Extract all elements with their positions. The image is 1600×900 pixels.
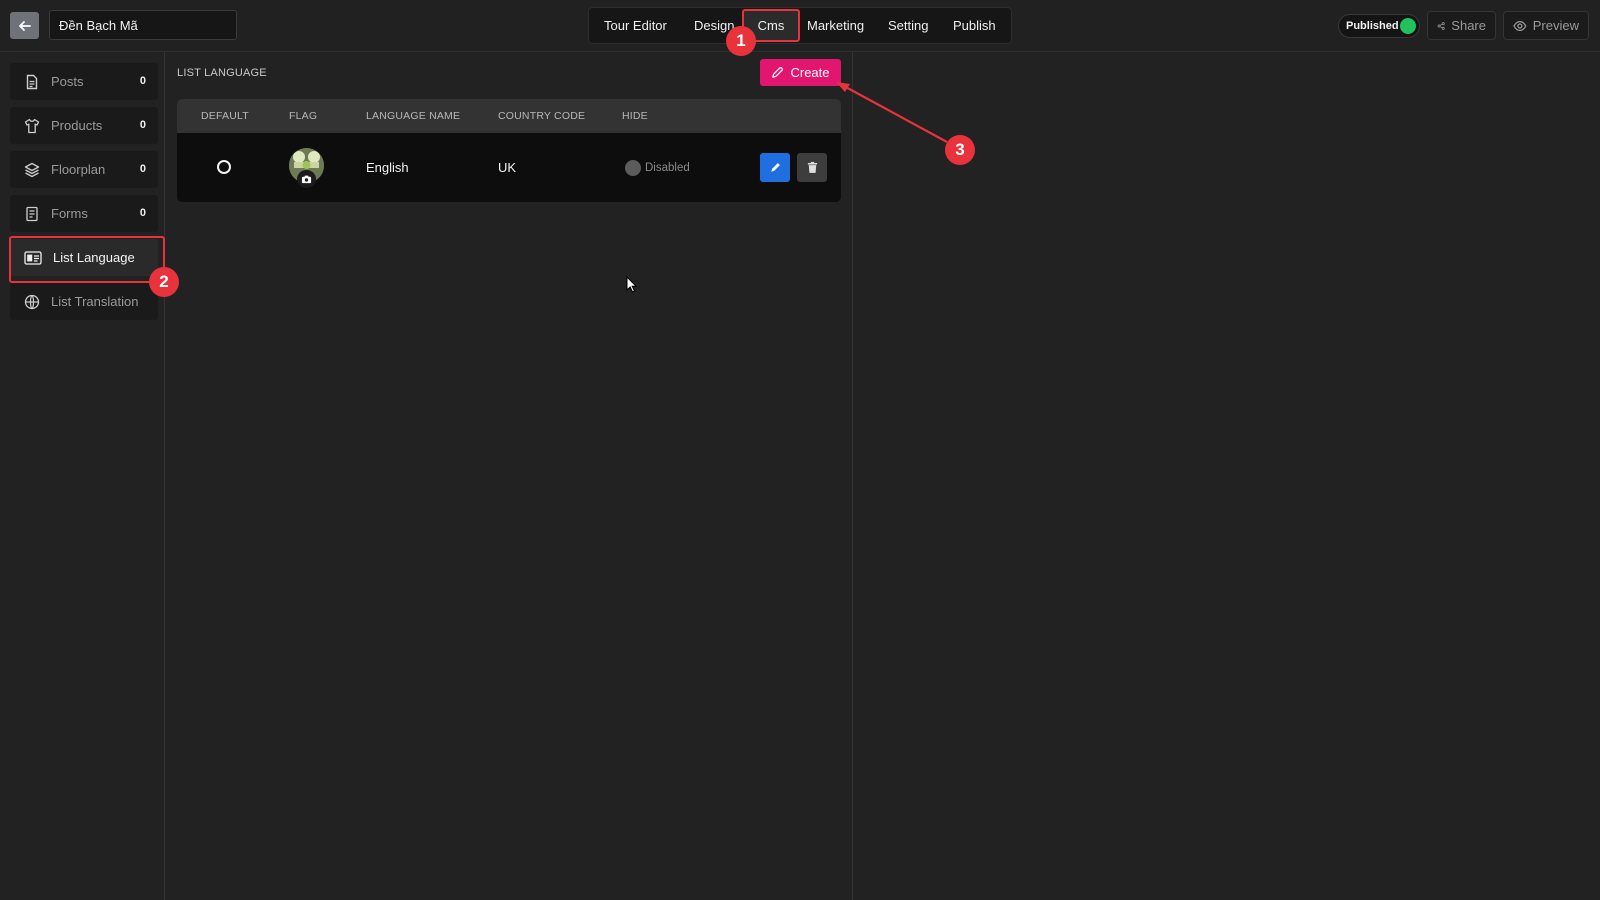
annotation-highlight-list-language bbox=[9, 236, 165, 283]
column-header-country-code: COUNTRY CODE bbox=[498, 110, 586, 122]
create-button[interactable]: Create bbox=[760, 59, 841, 86]
pencil-icon bbox=[770, 163, 780, 172]
sidebar-item-count: 0 bbox=[139, 119, 146, 131]
sidebar-item-products[interactable]: Products 0 bbox=[10, 107, 158, 144]
mouse-cursor-icon bbox=[626, 276, 638, 293]
preview-label: Preview bbox=[1532, 18, 1579, 33]
trash-icon bbox=[807, 161, 817, 173]
hide-status-label: Disabled bbox=[645, 162, 690, 174]
tab-tour-editor[interactable]: Tour Editor bbox=[604, 8, 667, 43]
annotation-badge-2: 2 bbox=[149, 267, 179, 297]
globe-icon bbox=[24, 294, 40, 309]
sidebar-item-label: Floorplan bbox=[51, 162, 106, 177]
published-toggle[interactable]: Published bbox=[1338, 14, 1420, 38]
sidebar-item-label: Products bbox=[51, 118, 103, 133]
camera-icon[interactable] bbox=[297, 170, 316, 188]
column-header-language-name: LANGUAGE NAME bbox=[366, 110, 461, 122]
share-icon bbox=[1437, 21, 1445, 30]
share-button[interactable]: Share bbox=[1427, 11, 1496, 40]
sidebar-item-label: Forms bbox=[51, 206, 88, 221]
table-header: DEFAULT FLAG LANGUAGE NAME COUNTRY CODE … bbox=[177, 99, 841, 133]
hide-toggle[interactable] bbox=[625, 160, 641, 176]
tab-setting[interactable]: Setting bbox=[888, 8, 928, 43]
language-name-cell: English bbox=[366, 160, 409, 175]
tour-name-input[interactable] bbox=[49, 10, 237, 40]
share-label: Share bbox=[1451, 18, 1486, 33]
sidebar-item-count: 0 bbox=[139, 207, 146, 219]
sidebar-item-floorplan[interactable]: Floorplan 0 bbox=[10, 151, 158, 188]
sidebar-item-label: Posts bbox=[51, 74, 84, 89]
column-header-flag: FLAG bbox=[289, 110, 318, 122]
eye-icon bbox=[1513, 20, 1527, 31]
published-label: Published bbox=[1346, 20, 1399, 32]
sidebar-item-label: List Translation bbox=[51, 294, 139, 309]
language-table: DEFAULT FLAG LANGUAGE NAME COUNTRY CODE … bbox=[177, 99, 841, 202]
preview-button[interactable]: Preview bbox=[1503, 11, 1589, 40]
sidebar-item-count: 0 bbox=[139, 75, 146, 87]
arrow-left-icon bbox=[18, 20, 31, 31]
sidebar-item-forms[interactable]: Forms 0 bbox=[10, 195, 158, 232]
pencil-icon bbox=[772, 67, 784, 78]
default-radio[interactable] bbox=[217, 160, 231, 174]
back-button[interactable] bbox=[10, 12, 39, 39]
annotation-badge-1: 1 bbox=[726, 26, 756, 56]
sidebar-item-posts[interactable]: Posts 0 bbox=[10, 63, 158, 100]
annotation-badge-3: 3 bbox=[945, 135, 975, 165]
delete-language-button[interactable] bbox=[797, 153, 827, 182]
sidebar-item-list-translation[interactable]: List Translation bbox=[10, 283, 158, 320]
tab-marketing[interactable]: Marketing bbox=[807, 8, 864, 43]
published-status-dot bbox=[1400, 18, 1416, 34]
top-bar: Tour Editor Design Marketing Setting Pub… bbox=[0, 0, 1600, 52]
document-icon bbox=[26, 74, 38, 89]
page-title: LIST LANGUAGE bbox=[177, 67, 267, 79]
tab-publish[interactable]: Publish bbox=[953, 8, 996, 43]
main-nav: Tour Editor Design Marketing Setting Pub… bbox=[588, 7, 1012, 44]
panel-divider bbox=[852, 52, 853, 900]
shirt-icon bbox=[24, 118, 40, 133]
layers-icon bbox=[24, 162, 40, 177]
edit-language-button[interactable] bbox=[760, 153, 790, 182]
form-icon bbox=[26, 206, 38, 221]
column-header-hide: HIDE bbox=[622, 110, 648, 122]
sidebar-item-count: 0 bbox=[139, 163, 146, 175]
country-code-cell: UK bbox=[498, 160, 517, 175]
create-label: Create bbox=[790, 65, 830, 80]
column-header-default: DEFAULT bbox=[201, 110, 249, 122]
